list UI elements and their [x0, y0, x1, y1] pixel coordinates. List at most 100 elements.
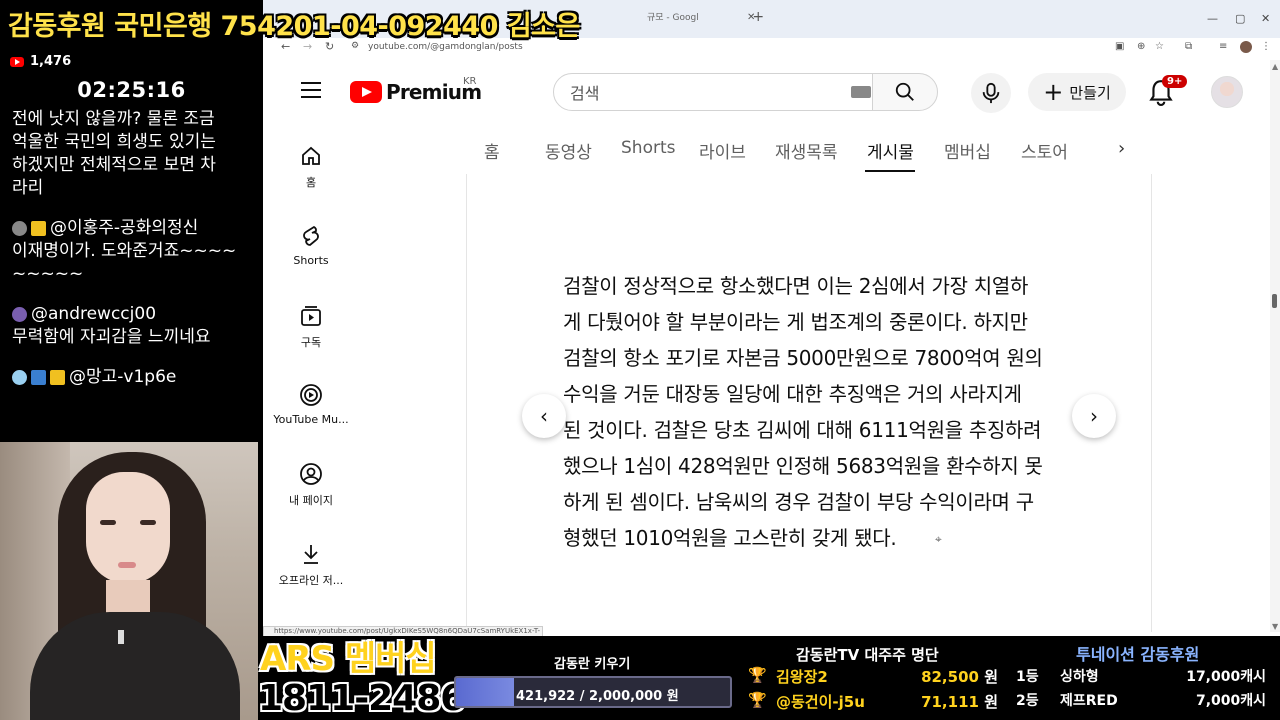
tab-live[interactable]: 라이브 [699, 138, 746, 163]
browser-window: 규모 - Googl ✕ + + — ▢ ✕ ← → ↻ ⚙ youtube.c… [263, 0, 1280, 640]
chat-author-name: @이홍주-공화의정신 [50, 218, 199, 238]
chat-line: 무력함에 자괴감을 느끼네요 [12, 327, 211, 347]
mic-icon [982, 82, 1000, 104]
chat-line: ~~~~~ [12, 264, 84, 284]
viewer-count: 1,476 [10, 54, 71, 69]
twonation-title: 투네이션 감동후원 [1076, 645, 1200, 664]
twonation-rank: 2등 [1016, 693, 1039, 709]
member-badge-icon [50, 370, 65, 385]
page-scrollbar[interactable] [1270, 60, 1280, 632]
download-icon [304, 545, 318, 564]
sidebar-item-label: 오프라인 저... [278, 574, 344, 587]
tab-store[interactable]: 스토어 [1021, 138, 1068, 163]
scroll-down-icon[interactable]: ▼ [1272, 622, 1278, 631]
sidebar-item-label: Shorts [293, 254, 329, 267]
webcam-person-eye [140, 520, 156, 525]
ars-membership-label: ARS 멤버십 [260, 639, 437, 679]
youtube-premium-logo[interactable]: Premium [350, 80, 482, 104]
ranking-title: 감동란TV 대주주 명단 [796, 646, 939, 664]
chat-message: @망고-v1p6e [12, 366, 257, 389]
webcam-feed [0, 442, 258, 720]
ranking-name: 김왕장2 [776, 668, 828, 686]
search-placeholder: 검색 [570, 84, 600, 103]
maximize-icon[interactable]: ▢ [1235, 12, 1245, 25]
home-icon [302, 146, 320, 165]
goal-title: 감동란 키우기 [554, 657, 631, 672]
author-avatar-icon [12, 307, 27, 322]
tab-shorts[interactable]: Shorts [621, 138, 675, 158]
cast-icon[interactable]: ▣ [1115, 41, 1124, 52]
hamburger-menu-icon[interactable] [301, 82, 321, 98]
sidebar-item-subscriptions[interactable]: 구독 [271, 304, 351, 350]
viewer-count-value: 1,476 [30, 54, 72, 69]
youtube-logo-icon [350, 81, 382, 103]
chat-line: 전에 낫지 않을까? 물론 조금 [12, 109, 215, 129]
plus-icon: + [1043, 78, 1064, 106]
sidebar-item-shorts[interactable]: Shorts [271, 224, 351, 267]
sidebar-item-you[interactable]: 내 페이지 [271, 462, 351, 508]
ranking-amount-group: 71,111 원 [921, 691, 998, 712]
ranking-amount: 71,111 [921, 693, 979, 711]
chat-line: 억울한 국민의 희생도 있기는 [12, 132, 216, 152]
zoom-icon[interactable]: ⊕ [1137, 41, 1145, 52]
post-line: 된 것이다. 검찰은 당초 김씨에 대해 6111억원을 추징하려 [563, 418, 1042, 442]
search-button[interactable] [872, 73, 938, 111]
chat-author: @망고-v1p6e [12, 366, 257, 389]
extensions-icon[interactable]: ⧉ [1185, 41, 1192, 52]
stream-timer: 02:25:16 [77, 78, 186, 102]
browser-tab[interactable]: 규모 - Googl [647, 10, 747, 23]
carousel-next-button[interactable]: › [1072, 394, 1116, 438]
voice-search-button[interactable] [971, 73, 1011, 113]
post-line: 수익을 거둔 대장동 일당에 대한 추징액은 거의 사라지게 [563, 382, 1022, 406]
post-line: 게 다퉜어야 할 부분이라는 게 법조계의 중론이다. 하지만 [563, 310, 1028, 334]
youtube-page: Premium KR 검색 + 만들기 9+ 홈 Shorts 구독 YouTu… [271, 60, 1271, 632]
wrench-badge-icon [31, 370, 46, 385]
tab-videos[interactable]: 동영상 [545, 138, 592, 163]
bookmark-star-icon[interactable]: ☆ [1155, 41, 1164, 52]
gold-trophy-icon: 🏆 [748, 666, 767, 684]
sidebar-item-youtube-music[interactable]: YouTube Mu... [271, 383, 351, 426]
menu-dots-icon[interactable]: ⋮ [1261, 41, 1271, 52]
reading-list-icon[interactable]: ≡ [1219, 41, 1227, 52]
carousel-prev-button[interactable]: ‹ [522, 394, 566, 438]
post-line: 하게 된 셈이다. 남욱씨의 경우 검찰이 부당 수익이라며 구 [563, 490, 1034, 514]
mouse-cursor-icon: ⌖ [935, 532, 942, 546]
active-tab-indicator [865, 170, 915, 172]
sidebar-item-home[interactable]: 홈 [271, 144, 351, 190]
chat-author-name: @망고-v1p6e [69, 367, 177, 387]
post-line: 형했던 1010억원을 고스란히 갖게 됐다. [563, 526, 897, 550]
profile-avatar[interactable] [1240, 41, 1252, 53]
stream-frame: 1,476 02:25:16 전에 낫지 않을까? 물론 조금 억울한 국민의 … [0, 0, 1280, 720]
new-tab-icon[interactable]: + [739, 9, 764, 25]
ranking-unit: 원 [984, 668, 998, 686]
chat-message: @이홍주-공화의정신 이재명이가. 도와준거죠~~~~ ~~~~~ [12, 217, 257, 286]
chat-message: @andrewccj00 무력함에 자괴감을 느끼네요 [12, 303, 257, 349]
sidebar-item-label: YouTube Mu... [273, 413, 349, 426]
author-avatar-icon [12, 221, 27, 236]
goal-progress-bar: 421,922 / 2,000,000 원 [454, 676, 732, 708]
chevron-right-icon: › [1090, 404, 1098, 428]
subscriptions-icon [301, 306, 321, 326]
chat-line: 라리 [12, 178, 44, 198]
sidebar-item-downloads[interactable]: 오프라인 저... [271, 542, 351, 588]
notification-badge: 9+ [1162, 75, 1188, 88]
tab-posts[interactable]: 게시물 [867, 138, 914, 163]
scroll-up-icon[interactable]: ▲ [1272, 62, 1278, 71]
search-input[interactable]: 검색 [553, 73, 873, 111]
minimize-icon[interactable]: — [1207, 12, 1218, 25]
create-button[interactable]: + 만들기 [1028, 73, 1126, 111]
keyboard-icon[interactable] [851, 86, 871, 98]
account-avatar[interactable] [1211, 76, 1243, 108]
scrollbar-thumb[interactable] [1272, 294, 1277, 308]
goal-progress-text: 421,922 / 2,000,000 원 [516, 689, 679, 704]
close-window-icon[interactable]: ✕ [1261, 12, 1270, 25]
chat-message: 전에 낫지 않을까? 물론 조금 억울한 국민의 희생도 있기는 하겠지만 전체… [12, 108, 257, 200]
tab-membership[interactable]: 멤버십 [944, 138, 991, 163]
chat-line: 이재명이가. 도와준거죠~~~~ [12, 241, 237, 261]
chevron-right-icon[interactable]: › [1118, 138, 1125, 159]
chat-list: 전에 낫지 않을까? 물론 조금 억울한 국민의 희생도 있기는 하겠지만 전체… [12, 108, 257, 406]
youtube-music-icon [300, 384, 322, 406]
tab-home[interactable]: 홈 [484, 138, 500, 163]
post-line: 검찰의 항소 포기로 자본금 5000만원으로 7800억여 원의 [563, 346, 1043, 370]
tab-playlists[interactable]: 재생목록 [775, 138, 838, 163]
